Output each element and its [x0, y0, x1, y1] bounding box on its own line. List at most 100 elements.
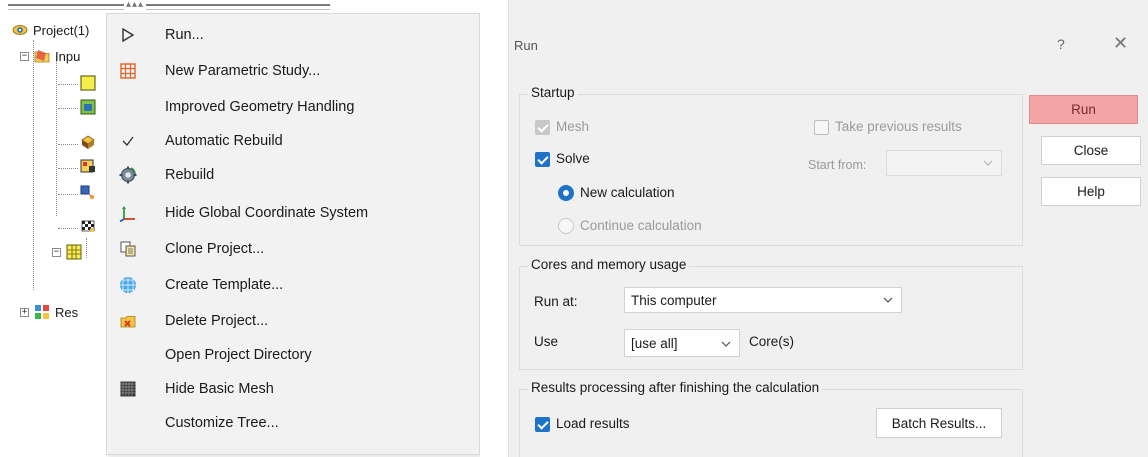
menu-item-hide-basic-mesh[interactable]: Hide Basic Mesh [107, 372, 479, 406]
menu-item-label: Delete Project... [165, 313, 269, 329]
menu-item-customize-tree[interactable]: Customize Tree... [107, 406, 479, 440]
template-sphere-icon [119, 276, 137, 294]
menu-item-improved-geometry-handling[interactable]: Improved Geometry Handling [107, 90, 479, 124]
mesh-grid-icon [66, 244, 82, 260]
start-from-select[interactable] [886, 150, 1002, 176]
checkmark-icon [119, 132, 137, 150]
tree-connector [58, 228, 78, 229]
menu-item-label: Clone Project... [165, 241, 265, 257]
tree-connector [86, 238, 87, 258]
take-previous-results-label: Take previous results [835, 119, 962, 134]
solve-checkbox[interactable] [535, 152, 550, 167]
menu-item-label: Run... [165, 27, 204, 43]
tree-splitter-bar[interactable]: ▴▴▴ [8, 0, 330, 10]
new-calculation-radio[interactable] [558, 185, 574, 201]
boundary-icon[interactable] [80, 158, 96, 174]
menu-item-clone-project[interactable]: Clone Project... [107, 232, 479, 266]
new-calculation-label: New calculation [580, 185, 675, 200]
startup-group-title: Startup [528, 85, 578, 100]
menu-item-automatic-rebuild[interactable]: Automatic Rebuild [107, 124, 479, 158]
menu-item-rebuild[interactable]: Rebuild [107, 158, 479, 192]
menu-item-run[interactable]: Run... [107, 18, 479, 52]
tree-connector [58, 108, 78, 109]
clone-icon [119, 240, 137, 258]
menu-item-label: Automatic Rebuild [165, 133, 283, 149]
material-icon[interactable] [80, 134, 96, 150]
run-at-label: Run at: [534, 294, 578, 309]
run-dialog: Run ? ✕ Startup Mesh Solve New calculati… [508, 0, 1148, 457]
menu-item-label: Rebuild [165, 167, 215, 183]
tree-connector [58, 194, 78, 195]
use-label: Use [534, 334, 559, 349]
chevron-down-icon [883, 297, 893, 303]
take-previous-results-checkbox[interactable] [814, 120, 829, 135]
tree-connector [58, 144, 78, 145]
tree-connector [33, 40, 34, 290]
results-processing-group: Results processing after finishing the c… [519, 380, 1023, 457]
run-at-select[interactable]: This computer [624, 287, 902, 313]
panel-gap [480, 0, 508, 457]
project-context-menu: Run... New Parametric Study... Improved … [106, 13, 480, 455]
use-cores-value: [use all] [631, 335, 678, 351]
load-results-checkbox[interactable] [535, 417, 550, 432]
tree-connector [58, 168, 78, 169]
collapse-toggle[interactable]: − [52, 247, 61, 257]
cores-suffix-label: Core(s) [749, 334, 795, 349]
tree-input-label: Inpu [55, 48, 81, 64]
chevron-down-icon [721, 341, 731, 347]
continue-calculation-radio[interactable] [558, 218, 574, 234]
tree-connector [58, 84, 78, 85]
tree-connector [56, 56, 57, 216]
load-results-label: Load results [556, 416, 630, 431]
menu-item-label: Improved Geometry Handling [165, 99, 355, 115]
run-button[interactable]: Run [1029, 95, 1138, 124]
solve-label: Solve [556, 151, 590, 166]
cores-group-title: Cores and memory usage [528, 257, 690, 272]
basic-mesh-icon [119, 380, 137, 398]
menu-item-label: New Parametric Study... [165, 63, 321, 79]
run-at-value: This computer [631, 292, 717, 308]
continue-calculation-label: Continue calculation [580, 218, 702, 233]
parametric-grid-icon [119, 62, 137, 80]
menu-item-label: Hide Basic Mesh [165, 381, 274, 397]
batch-results-button[interactable]: Batch Results... [876, 408, 1002, 438]
tree-root-label: Project(1) [33, 22, 90, 38]
menu-item-create-template[interactable]: Create Template... [107, 268, 479, 302]
menu-item-open-project-directory[interactable]: Open Project Directory [107, 338, 479, 372]
menu-item-new-parametric-study[interactable]: New Parametric Study... [107, 54, 479, 88]
tree-results-node[interactable]: + Res [20, 302, 78, 322]
geometry-box-icon[interactable] [80, 75, 96, 91]
start-from-label: Start from: [808, 158, 867, 172]
checkered-goal-icon[interactable] [80, 218, 96, 234]
coordinate-axes-icon [119, 204, 137, 222]
project-eye-icon [12, 25, 28, 35]
startup-group: Startup Mesh Solve New calculation Conti… [519, 85, 1023, 246]
chevron-down-icon [983, 160, 993, 166]
close-icon[interactable]: ✕ [1113, 33, 1128, 54]
use-cores-select[interactable]: [use all] [624, 329, 740, 357]
component-icon[interactable] [80, 99, 96, 115]
menu-item-label: Open Project Directory [165, 347, 312, 363]
help-question-icon[interactable]: ? [1057, 36, 1065, 52]
results-group-title: Results processing after finishing the c… [528, 380, 823, 395]
menu-item-hide-global-coordinate-system[interactable]: Hide Global Coordinate System [107, 196, 479, 230]
menu-item-label: Create Template... [165, 277, 284, 293]
mesh-label: Mesh [556, 119, 590, 134]
play-icon [119, 26, 137, 44]
delete-folder-icon [119, 312, 137, 330]
cores-memory-group: Cores and memory usage Run at: This comp… [519, 257, 1023, 370]
collapse-toggle[interactable]: − [20, 51, 29, 61]
menu-item-label: Hide Global Coordinate System [165, 205, 369, 221]
tree-input-node[interactable]: − Inpu [20, 46, 80, 66]
tree-mesh-node[interactable]: − [52, 242, 82, 262]
mesh-checkbox[interactable] [535, 120, 550, 135]
source-icon[interactable] [80, 184, 96, 200]
close-button[interactable]: Close [1041, 136, 1141, 165]
results-icon [35, 305, 49, 319]
help-button[interactable]: Help [1041, 177, 1141, 206]
tree-root-project[interactable]: Project(1) [12, 20, 89, 40]
menu-item-delete-project[interactable]: Delete Project... [107, 304, 479, 338]
splitter-grip: ▴▴▴ [124, 0, 147, 10]
tree-results-label: Res [55, 304, 79, 320]
expand-toggle[interactable]: + [20, 307, 29, 317]
